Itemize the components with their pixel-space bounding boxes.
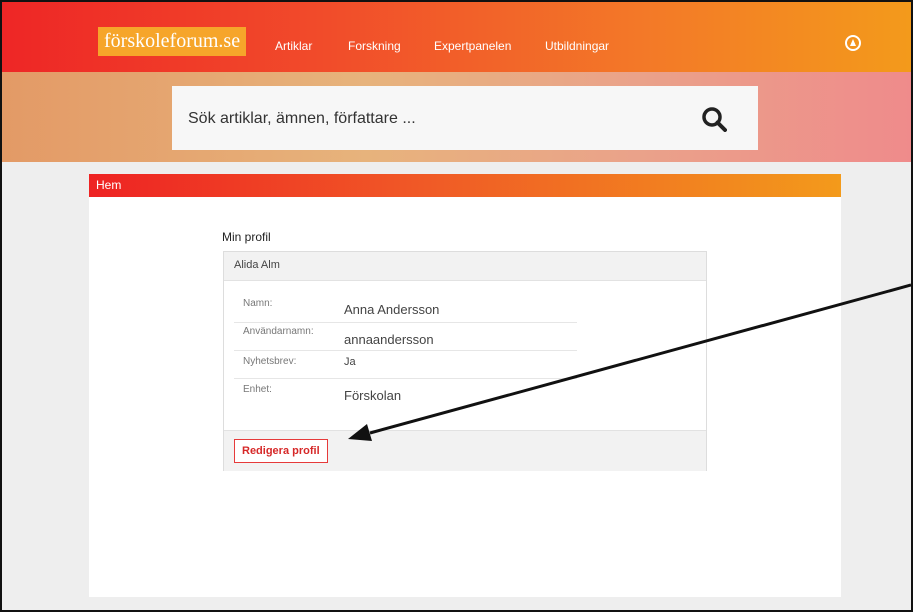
- annotation-arrow: [348, 283, 911, 441]
- browser-frame: förskoleforum.se Artiklar Forskning Expe…: [0, 0, 913, 612]
